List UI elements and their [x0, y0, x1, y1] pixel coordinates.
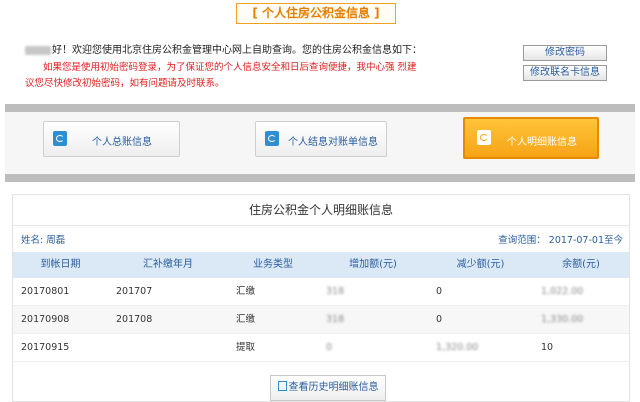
cell-month: 201708: [116, 314, 153, 325]
cell-decrease: 0: [436, 286, 443, 297]
detail-panel: 住房公积金个人明细账信息 姓名: 周磊 查询范围： 2017-07-01至今 到…: [12, 194, 630, 402]
redacted-username: [25, 45, 51, 55]
cell-decrease: 0: [436, 314, 443, 325]
view-history-button[interactable]: 查看历史明细账信息: [270, 375, 386, 401]
cell-balance: 1,330.00: [541, 314, 584, 325]
account-book-icon: [53, 131, 67, 146]
cell-month: 201707: [116, 286, 153, 297]
cell-decrease: 1,320.00: [436, 342, 479, 353]
column-header: 余额(元): [562, 259, 600, 270]
nav-account-summary[interactable]: 个人总账信息: [43, 121, 180, 157]
nav-label: 个人明细账信息: [507, 137, 577, 148]
column-header: 到帐日期: [40, 259, 81, 270]
panel-title: 住房公积金个人明细账信息: [13, 195, 629, 226]
nav-detail-account-active[interactable]: 个人明细账信息: [463, 117, 599, 159]
cell-balance: 1,022.00: [541, 286, 584, 297]
cell-type: 汇缴: [236, 314, 256, 325]
column-header: 业务类型: [253, 259, 293, 270]
cell-type: 提取: [236, 342, 256, 353]
column-header: 减少额(元): [456, 259, 505, 270]
nav-label: 个人总账信息: [92, 137, 152, 148]
column-header: 增加额(元): [349, 259, 397, 270]
password-warning-line1: 如果您是使用初始密码登录，为了保证您的个人信息安全和日后查询便捷，我中心强 烈建: [43, 62, 417, 73]
nav-label: 个人结息对账单信息: [288, 137, 378, 148]
cell-increase: 318: [326, 314, 345, 325]
page-title: [ 个人住房公积金信息 ]: [236, 3, 396, 24]
welcome-panel: 好！欢迎您使用北京住房公积金管理中心网上自助查询。您的住房公积金信息如下： 如果…: [5, 30, 635, 98]
cell-date: 20170908: [21, 314, 70, 325]
nav-bar: 个人总账信息 个人结息对账单信息 个人明细账信息: [5, 112, 635, 174]
welcome-greeting: 好！欢迎您使用北京住房公积金管理中心网上自助查询。您的住房公积金信息如下：: [25, 41, 422, 56]
cell-increase: 318: [326, 286, 345, 297]
query-range: 查询范围： 2017-07-01至今: [498, 235, 623, 246]
nav-interest-statement[interactable]: 个人结息对账单信息: [255, 121, 387, 157]
column-header: 汇补缴年月: [143, 259, 193, 270]
header-bar: [ 个人住房公积金信息 ]: [0, 0, 640, 28]
info-row: 姓名: 周磊 查询范围： 2017-07-01至今: [13, 226, 629, 250]
statement-icon: [265, 131, 279, 146]
holder-name: 姓名: 周磊: [21, 235, 66, 246]
cell-increase: 0: [326, 342, 333, 353]
table-row: 20170801 201707 汇缴 318 0 1,022.00: [13, 278, 629, 306]
history-label: 查看历史明细账信息: [288, 382, 379, 393]
cell-type: 汇缴: [236, 286, 256, 297]
change-password-button[interactable]: 修改密码: [523, 45, 607, 61]
password-warning-line2: 议您尽快修改初始密码，如有问题请及时联系。: [25, 78, 225, 89]
table-row: 20170908 201708 汇缴 318 0 1,330.00: [13, 306, 629, 334]
table-header: 到帐日期 汇补缴年月 业务类型 增加额(元) 减少额(元) 余额(元): [13, 252, 629, 278]
cell-date: 20170801: [21, 286, 70, 297]
detail-icon: [477, 130, 491, 145]
divider-band: [5, 174, 635, 182]
divider-band: [5, 104, 635, 112]
welcome-text: 好！欢迎您使用北京住房公积金管理中心网上自助查询。您的住房公积金信息如下：: [52, 45, 422, 56]
change-card-button[interactable]: 修改联名卡信息: [523, 65, 607, 81]
history-icon: [277, 381, 287, 391]
cell-balance: 10: [541, 342, 554, 353]
cell-date: 20170915: [21, 342, 70, 353]
table-row: 20170915 提取 0 1,320.00 10: [13, 334, 629, 362]
cell-month: [108, 334, 236, 361]
